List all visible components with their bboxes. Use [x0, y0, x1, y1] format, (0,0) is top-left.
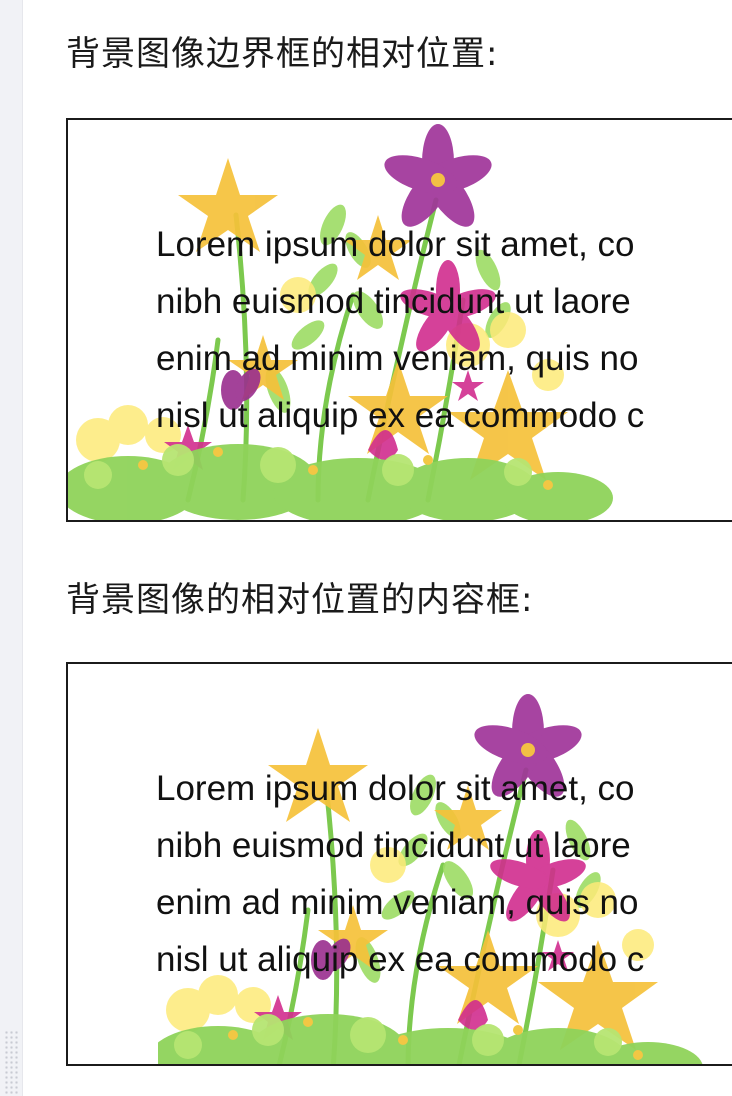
demo-box-content: Lorem ipsum dolor sit amet, co nibh euism…	[66, 662, 732, 1066]
text-line: Lorem ipsum dolor sit amet, co	[156, 769, 635, 808]
demo-box-border: Lorem ipsum dolor sit amet, co nibh euism…	[66, 118, 732, 522]
text-line: Lorem ipsum dolor sit amet, co	[156, 225, 635, 264]
lorem-paragraph: Lorem ipsum dolor sit amet, co nibh euism…	[156, 216, 644, 444]
resize-handle[interactable]	[4, 1030, 18, 1096]
lorem-paragraph: Lorem ipsum dolor sit amet, co nibh euism…	[156, 760, 644, 988]
text-line: nibh euismod tincidunt ut laore	[156, 282, 631, 321]
editor-gutter	[0, 0, 23, 1096]
text-line: enim ad minim veniam, quis no	[156, 339, 639, 378]
preview-content: 背景图像边界框的相对位置: Lorem ipsum dolor sit amet…	[66, 0, 732, 1096]
text-line: enim ad minim veniam, quis no	[156, 883, 639, 922]
text-line: nisl ut aliquip ex ea commodo c	[156, 940, 645, 979]
heading-content-box: 背景图像的相对位置的内容框:	[66, 580, 534, 620]
text-line: nibh euismod tincidunt ut laore	[156, 826, 631, 865]
text-line: nisl ut aliquip ex ea commodo c	[156, 396, 645, 435]
heading-border-box: 背景图像边界框的相对位置:	[66, 34, 499, 74]
